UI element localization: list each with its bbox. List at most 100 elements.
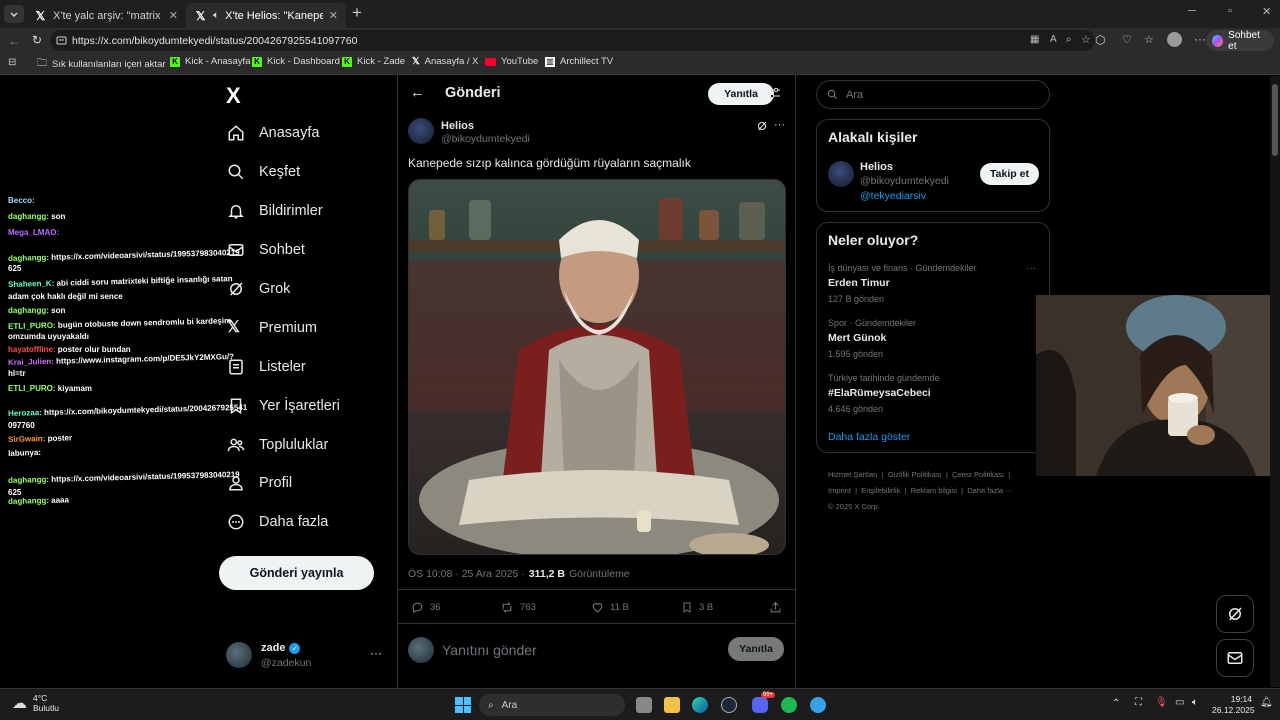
clock[interactable]: 19:14 26.12.2025 [1212,694,1255,716]
collections-icon[interactable]: ⊟ [8,57,16,68]
meet-icon[interactable]: ⛶ [1135,697,1142,708]
sliders-icon[interactable] [768,87,781,100]
bookmark-youtube[interactable]: YouTube [485,56,538,67]
close-window-button[interactable]: ✕ [1262,5,1271,18]
grok-explain-icon[interactable] [756,120,768,132]
share-icon[interactable] [769,601,782,614]
footer-link[interactable]: Reklam bilgisi [911,486,957,495]
person-handle[interactable]: @bikoydumtekyedi [860,175,949,187]
footer-link[interactable]: Daha fazla ··· [967,486,1012,495]
trend-more-icon[interactable]: ··· [1026,263,1036,274]
file-explorer-icon[interactable] [664,697,680,713]
extensions-icon[interactable]: ⬡ [1095,33,1105,47]
copilot-chat-button[interactable]: Sohbet et [1206,30,1274,52]
trend-item[interactable]: Türkiye tarihinde gündemde #ElaRümeysaCe… [828,373,940,414]
nav-item-grok[interactable]: Grok [227,280,290,298]
spotify-icon[interactable] [781,697,797,713]
like-action[interactable]: 11 B [591,601,629,614]
person-avatar[interactable] [828,161,854,187]
volume-icon[interactable]: 🔈︎ [1192,697,1198,708]
footer-link[interactable]: Erişilebilirlik [861,486,900,495]
bookmark-kick-dashboard[interactable]: K Kick - Dashboard [252,56,340,67]
header-reply-button[interactable]: Yanıtla [708,83,774,105]
browser-essentials-icon[interactable]: ♡ [1122,33,1132,46]
trend-item[interactable]: Spor · Gündemdekiler Mert Günok 1.595 gö… [828,318,916,359]
close-tab-icon[interactable]: ✕ [329,9,338,22]
follow-button[interactable]: Takip et [980,163,1039,185]
trend-item[interactable]: İş dünyası ve finans · Gündemdekiler Erd… [828,263,977,304]
post-media-image[interactable] [408,179,786,555]
discord-icon[interactable] [752,697,768,713]
page-scrollbar[interactable] [1270,76,1280,687]
translate-icon[interactable]: A [1050,34,1057,45]
bookmark-kick-home[interactable]: K Kick - Anasayfa [170,56,250,67]
close-tab-icon[interactable]: ✕ [169,9,178,22]
bookmark-import[interactable]: 🗀 Sık kullanılanları içeri aktar [37,56,166,73]
search-box[interactable]: Ara [816,80,1050,109]
post-time[interactable]: ÖS 10:08 · 25 Ara 2025 · [408,568,525,580]
edge-icon[interactable] [692,697,708,713]
show-more-link[interactable]: Daha fazla göster [828,431,910,443]
bookmark-action[interactable]: 3 B [681,601,713,614]
tray-overflow-icon[interactable]: ⌃ [1112,698,1120,709]
nav-item-more[interactable]: Daha fazla [227,513,328,531]
post-more-icon[interactable]: ··· [774,119,785,131]
account-switcher[interactable]: zade ✓ @zadekun ··· [226,640,386,670]
footer-link[interactable]: Çerez Politikası [952,470,1004,479]
reply-input[interactable]: Yanıtını gönder [442,642,537,658]
post-author-name[interactable]: Helios [441,120,474,132]
zoom-icon[interactable]: ⌕ [1066,34,1072,45]
browser-tab-2[interactable]: 𝕏 🔈︎ X'te Helios: "Kanepede sızıp kalınc… [186,3,346,28]
weather-widget[interactable]: ☁ 4°C Bulutlu [12,693,59,713]
account-more-icon[interactable]: ··· [370,646,382,660]
grok-floating-button[interactable] [1216,595,1254,633]
scrollbar-thumb[interactable] [1272,84,1278,156]
bookmark-archillect[interactable]: ▥ Archillect TV [545,56,613,67]
x-logo-home[interactable]: X [226,83,241,109]
nav-item-notifications[interactable]: Bildirimler [227,202,323,220]
notifications-icon[interactable]: 🔔︎ [1260,697,1273,708]
post-author-avatar[interactable] [408,118,434,144]
person-name[interactable]: Helios [860,161,893,173]
nav-item-explore[interactable]: Keşfet [227,163,300,181]
speaker-icon[interactable]: 🔈︎ [213,10,219,21]
tab-list-menu-icon[interactable] [4,5,24,23]
repost-action[interactable]: 763 [500,601,536,614]
maximize-button[interactable]: ▫ [1228,5,1232,17]
nav-item-communities[interactable]: Topluluklar [227,436,328,454]
start-button[interactable] [455,697,471,713]
refresh-icon[interactable]: ↻ [32,33,42,47]
reader-view-icon[interactable]: ▦ [1030,34,1039,45]
app-icon[interactable] [810,697,826,713]
microphone-icon[interactable]: 🎙︎ [1155,697,1168,708]
address-bar[interactable]: https://x.com/bikoydumtekyedi/status/200… [50,30,1095,51]
bookmark-x-home[interactable]: 𝕏 Anasayfa / X [412,56,479,67]
favorite-star-icon[interactable]: ☆ [1081,33,1091,46]
nav-item-lists[interactable]: Listeler [227,358,306,376]
browser-tab-1[interactable]: 𝕏 X'te yalc arşiv: "matrix - neden bay ✕ [26,3,186,28]
steam-icon[interactable] [721,697,737,713]
nav-item-home[interactable]: Anasayfa [227,124,319,142]
footer-link[interactable]: Hizmet Şartları [828,470,878,479]
settings-more-icon[interactable]: ··· [1194,32,1206,46]
back-arrow-icon[interactable]: ← [410,84,425,101]
profile-avatar[interactable] [1167,32,1182,47]
task-view-icon[interactable] [636,697,652,713]
reply-submit-button[interactable]: Yanıtla [728,637,784,661]
back-icon[interactable]: ← [8,34,20,48]
favorites-icon[interactable]: ☆ [1144,33,1154,46]
post-author-handle[interactable]: @bikoydumtekyedi [441,133,530,145]
new-tab-button[interactable]: + [352,3,362,23]
reply-action[interactable]: 36 [411,601,441,614]
network-icon[interactable]: ▭ [1175,697,1184,708]
nav-item-premium[interactable]: 𝕏 Premium [227,319,317,337]
messages-floating-button[interactable] [1216,639,1254,677]
minimize-button[interactable]: ─ [1188,5,1196,17]
person-bio-link[interactable]: @tekyediarsiv [860,190,926,202]
taskbar-search[interactable]: ⌕ Ara [479,694,625,716]
footer-link[interactable]: Imprint [828,486,851,495]
footer-link[interactable]: Gizlilik Politikası [888,470,942,479]
site-info-icon[interactable] [56,35,67,46]
post-compose-button[interactable]: Gönderi yayınla [219,556,374,590]
bookmark-kick-zade[interactable]: K Kick - Zade [342,56,405,67]
